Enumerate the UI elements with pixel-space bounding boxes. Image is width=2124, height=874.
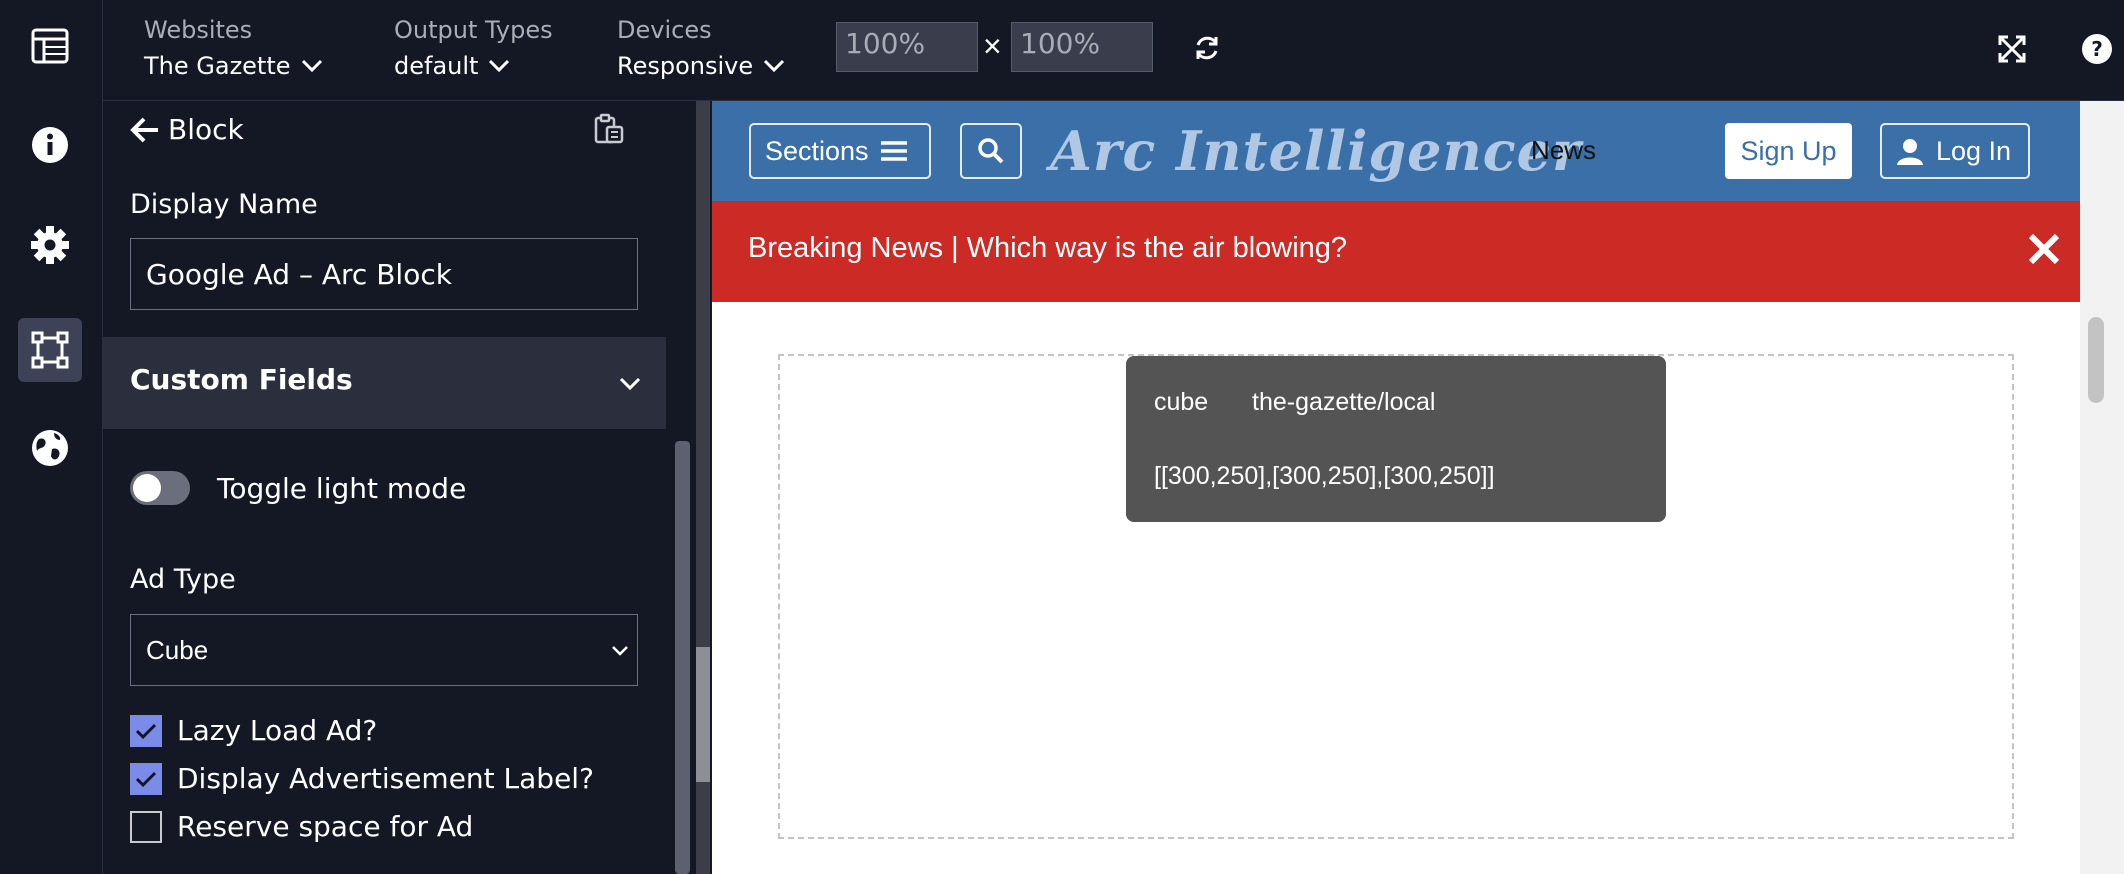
chevron-down-icon (619, 377, 641, 391)
search-button[interactable] (960, 123, 1022, 179)
display-name-input[interactable]: Google Ad – Arc Block (130, 238, 638, 310)
ad-sizes-text: [[300,250],[300,250],[300,250]] (1154, 462, 1495, 490)
help-icon[interactable]: ? (2081, 33, 2113, 65)
globe-icon (32, 430, 68, 466)
site-preview: Sections Arc Intelligencer News Sign Up … (712, 101, 2080, 874)
block-settings-panel: Block Display Name Google Ad – Arc Block… (103, 101, 666, 874)
ad-label-checkbox[interactable] (130, 762, 162, 795)
settings-button[interactable] (18, 213, 82, 277)
ad-type-label: Ad Type (130, 564, 236, 595)
preview-scroll-track (696, 101, 710, 874)
login-label: Log In (1936, 135, 2012, 166)
times-symbol: × (983, 28, 1002, 64)
ad-label-row[interactable]: Display Advertisement Label? (130, 762, 594, 795)
nav-news-link[interactable]: News (1531, 135, 1596, 166)
arrow-left-icon (130, 117, 158, 142)
preview-vertical-scrollbar[interactable] (2080, 101, 2124, 874)
info-button[interactable] (18, 113, 82, 177)
devices-dropdown[interactable]: Devices Responsive (617, 16, 785, 80)
back-to-block-link[interactable]: Block (130, 113, 244, 146)
reserve-space-row[interactable]: Reserve space for Ad (130, 810, 473, 843)
ad-type-text: cube (1154, 388, 1209, 416)
height-input[interactable]: 100% (1011, 22, 1153, 72)
chevron-down-icon (489, 59, 510, 73)
breaking-news-banner: Breaking News | Which way is the air blo… (712, 201, 2080, 302)
panel-scrollbar[interactable] (675, 441, 690, 874)
hamburger-icon (880, 141, 907, 161)
checkbox-label: Reserve space for Ad (177, 810, 474, 843)
lazy-load-row[interactable]: Lazy Load Ad? (130, 714, 377, 747)
output-types-dropdown[interactable]: Output Types default (394, 16, 553, 80)
layout-button[interactable] (18, 14, 82, 78)
ad-type-value: Cube (146, 634, 209, 665)
checkbox-label: Display Advertisement Label? (177, 762, 594, 795)
svg-text:?: ? (2091, 37, 2103, 61)
signup-button[interactable]: Sign Up (1725, 123, 1852, 179)
left-icon-rail (0, 0, 103, 874)
ad-info-tooltip: cube the-gazette/local [[300,250],[300,2… (1126, 356, 1666, 522)
light-mode-toggle[interactable] (130, 471, 190, 505)
back-label: Block (168, 113, 244, 146)
site-header: Sections Arc Intelligencer News Sign Up … (712, 101, 2080, 201)
panel-gutter (666, 101, 712, 874)
output-types-value: default (394, 52, 479, 80)
sections-button[interactable]: Sections (749, 123, 931, 179)
light-mode-toggle-row: Toggle light mode (130, 471, 466, 505)
block-select-icon (31, 331, 69, 369)
check-icon (135, 771, 157, 787)
preview-scroll-thumb[interactable] (696, 647, 710, 782)
devices-value: Responsive (617, 52, 754, 80)
layout-icon (31, 28, 69, 64)
display-name-label: Display Name (130, 189, 318, 220)
refresh-icon[interactable] (1192, 33, 1222, 63)
checkbox-label: Lazy Load Ad? (177, 714, 378, 747)
custom-fields-label: Custom Fields (130, 363, 353, 396)
fullscreen-icon[interactable] (1996, 33, 2028, 65)
info-icon (32, 127, 68, 163)
clipboard-icon[interactable] (593, 113, 625, 145)
breaking-news-text[interactable]: Breaking News | Which way is the air blo… (748, 232, 1347, 265)
websites-value: The Gazette (144, 52, 291, 80)
close-icon[interactable] (2028, 233, 2060, 265)
output-types-label: Output Types (394, 16, 553, 44)
globe-button[interactable] (18, 416, 82, 480)
scroll-thumb[interactable] (2088, 317, 2104, 403)
reserve-space-checkbox[interactable] (130, 810, 162, 843)
width-input[interactable]: 100% (836, 22, 978, 72)
chevron-down-icon (612, 646, 628, 656)
websites-label: Websites (144, 16, 253, 44)
login-button[interactable]: Log In (1880, 123, 2030, 179)
top-toolbar: Websites The Gazette Output Types defaul… (103, 0, 2124, 101)
chevron-down-icon (301, 59, 322, 73)
chevron-down-icon (764, 59, 785, 73)
user-icon (1897, 139, 1923, 165)
websites-dropdown[interactable]: Websites The Gazette (144, 16, 323, 80)
ad-type-select[interactable]: Cube (130, 614, 638, 686)
lazy-load-checkbox[interactable] (130, 714, 162, 747)
gear-icon (31, 226, 69, 264)
custom-fields-header[interactable]: Custom Fields (103, 337, 666, 429)
block-select-button[interactable] (18, 318, 82, 382)
site-logo[interactable]: Arc Intelligencer (1050, 109, 1581, 193)
devices-label: Devices (617, 16, 712, 44)
check-icon (135, 723, 157, 739)
sections-label: Sections (765, 135, 869, 166)
toggle-label: Toggle light mode (217, 471, 467, 505)
search-icon (978, 138, 1004, 164)
ad-slot-text: the-gazette/local (1252, 388, 1436, 416)
